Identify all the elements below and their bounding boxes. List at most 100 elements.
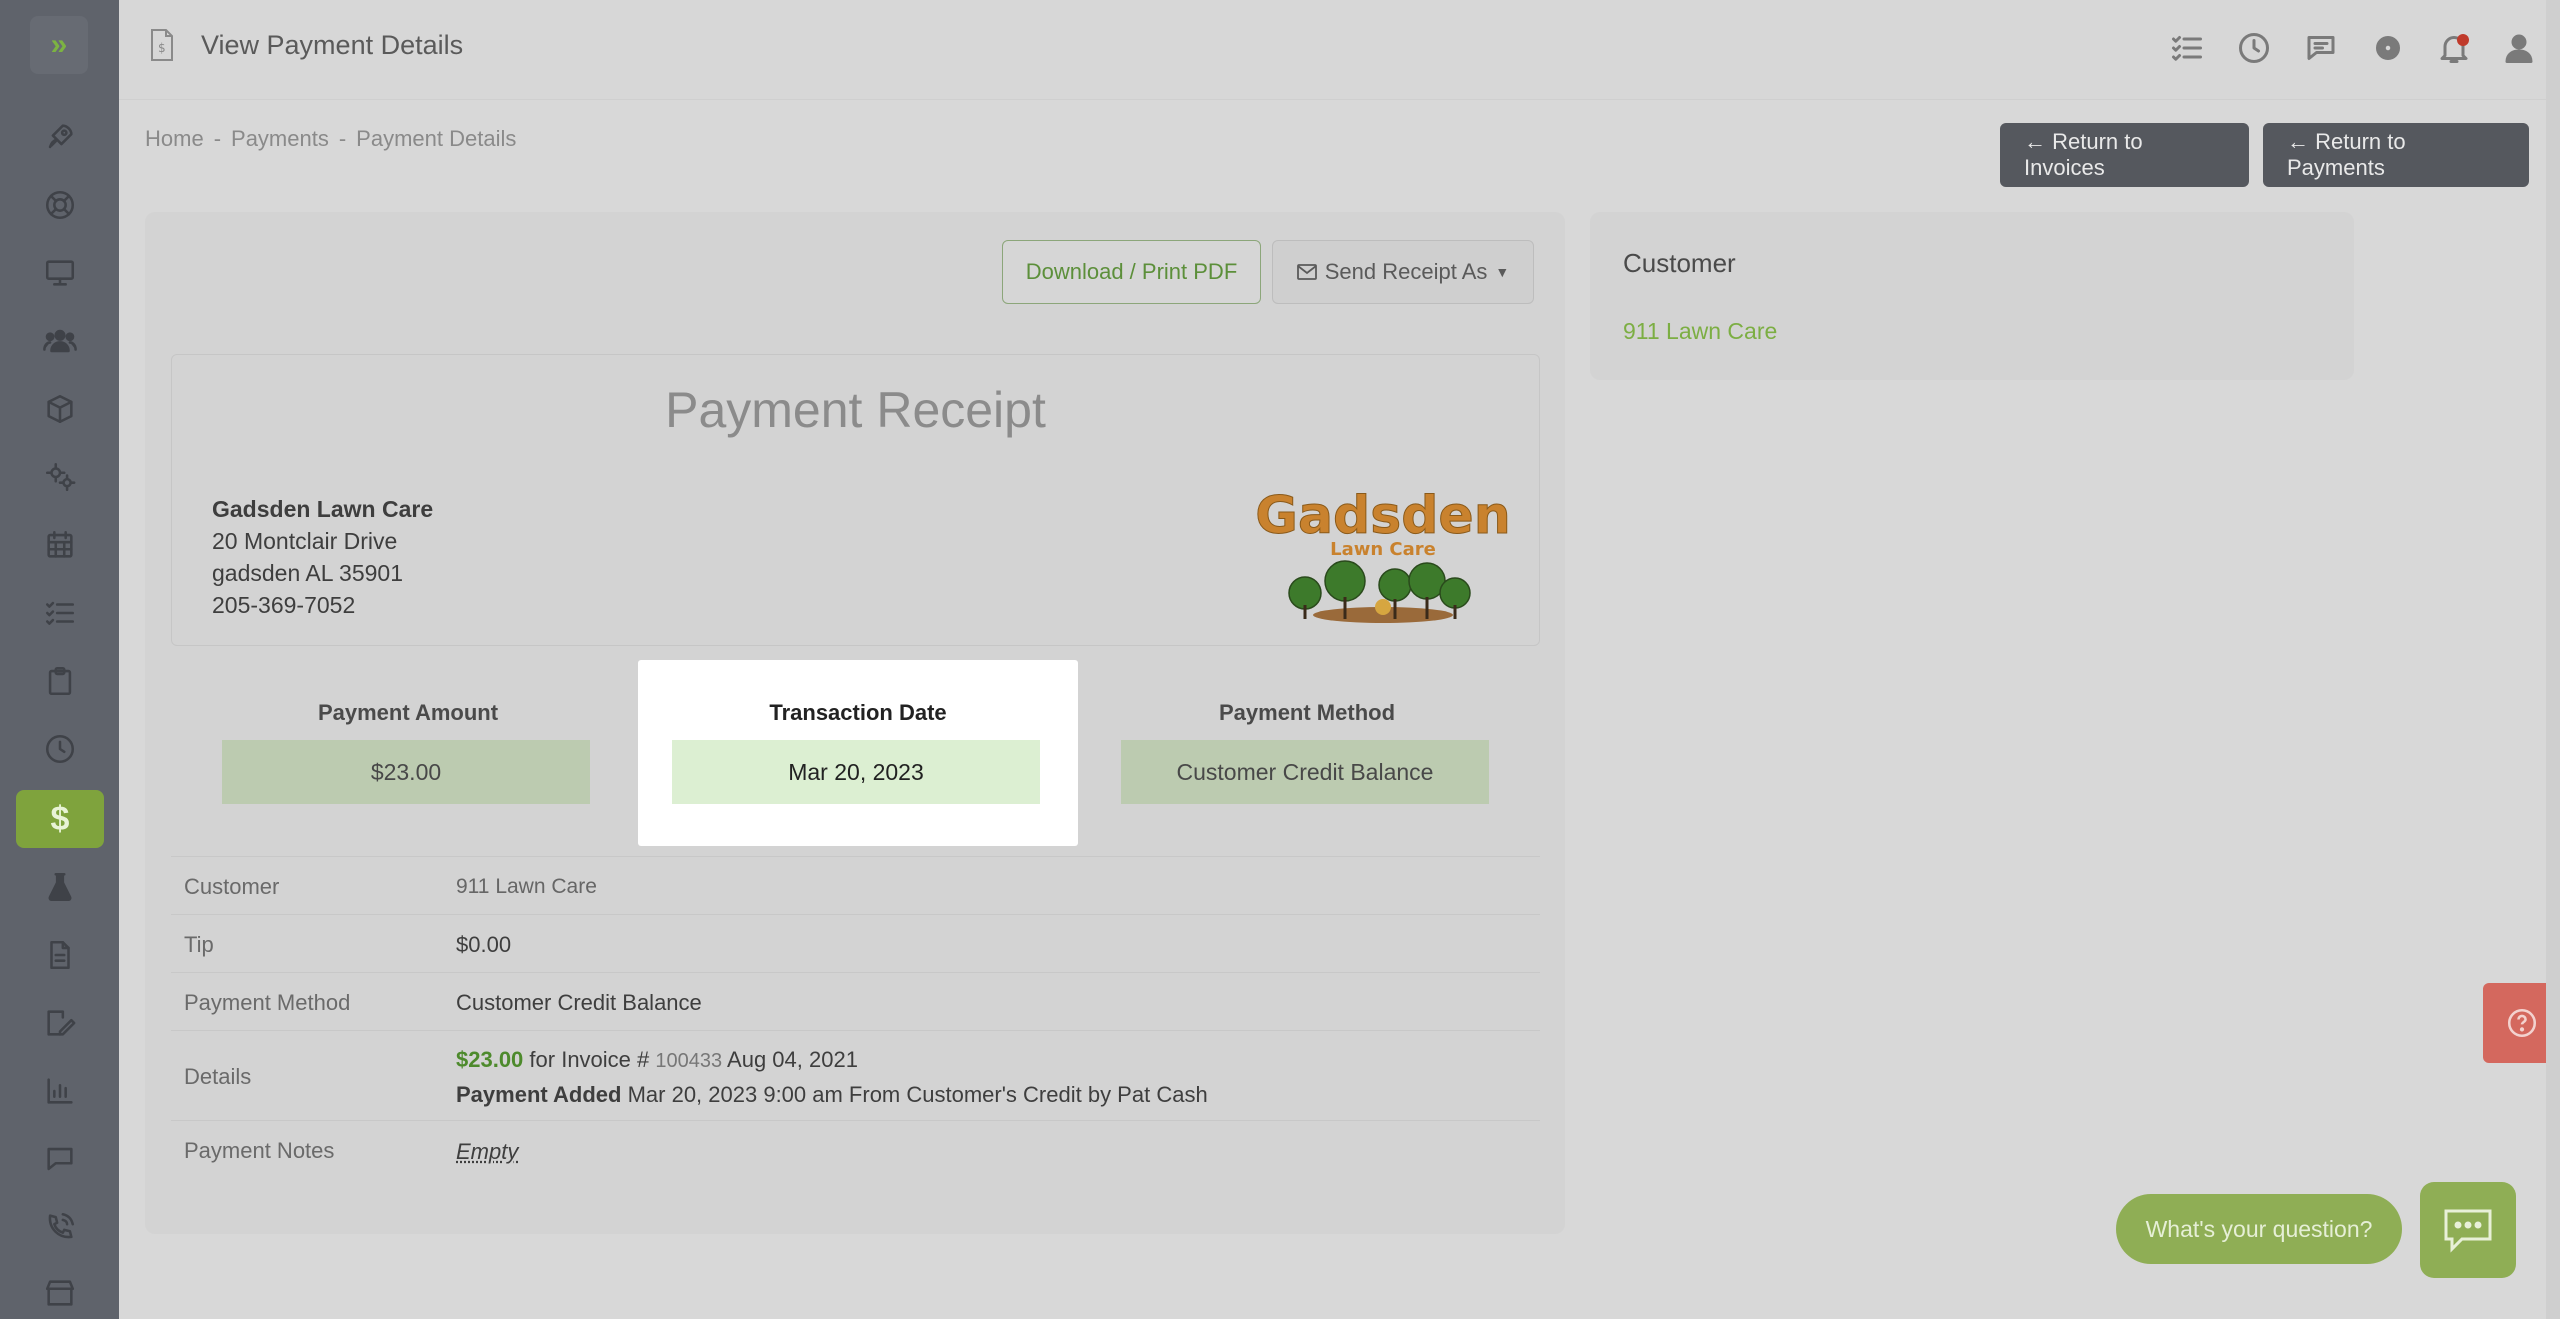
gears-icon: [45, 462, 76, 492]
details-table: Customer 911 Lawn Care Tip $0.00 Payment…: [171, 856, 1540, 1178]
send-receipt-label: Send Receipt As: [1324, 259, 1488, 284]
payment-document-icon: $: [151, 29, 173, 61]
svg-text:Lawn Care: Lawn Care: [1330, 539, 1436, 560]
user-icon: [2505, 34, 2533, 63]
sidebar: » $: [0, 0, 119, 1319]
sidebar-item-messages[interactable]: [16, 1130, 104, 1188]
gear-icon: [2376, 36, 2400, 60]
sidebar-item-rocket[interactable]: [16, 108, 104, 166]
chart-icon: [47, 1078, 73, 1104]
sidebar-item-monitor[interactable]: [16, 244, 104, 302]
table-row: Payment Notes Empty: [171, 1120, 1540, 1178]
invoice-number-link[interactable]: 100433: [655, 1050, 722, 1072]
sidebar-item-time[interactable]: [16, 720, 104, 778]
page-title: View Payment Details: [201, 30, 464, 60]
payment-method-value: Customer Credit Balance: [1121, 740, 1489, 804]
company-phone: 205-369-7052: [212, 592, 356, 618]
details-value: $23.00 for Invoice # 100433 Aug 04, 2021…: [456, 1043, 1208, 1111]
breadcrumb-current: Payment Details: [356, 126, 517, 151]
sidebar-item-store[interactable]: [16, 1264, 104, 1319]
transaction-date-summary: Transaction Date Mar 20, 2023: [638, 660, 1078, 846]
company-logo: Gadsden Lawn Care: [1255, 486, 1511, 623]
tip-label: Tip: [184, 932, 214, 957]
sidebar-item-payments[interactable]: $: [16, 790, 104, 848]
breadcrumb-payments[interactable]: Payments: [231, 126, 329, 152]
breadcrumb-home[interactable]: Home: [145, 126, 204, 152]
tip-value: $0.00: [456, 932, 512, 957]
clipboard-icon: [48, 666, 72, 696]
send-receipt-dropdown[interactable]: Send Receipt As ▼: [1272, 240, 1534, 304]
history-header-button[interactable]: [2236, 30, 2272, 66]
sidebar-item-clipboard[interactable]: [16, 652, 104, 710]
tasks-header-button[interactable]: [2169, 30, 2205, 66]
receipt-header-box: Payment Receipt Gadsden Lawn Care 20 Mon…: [171, 354, 1540, 646]
chat-icon: [2444, 1209, 2492, 1253]
invoice-date: Aug 04, 2021: [727, 1047, 858, 1072]
envelope-icon: [1296, 264, 1317, 280]
table-row: Customer 911 Lawn Care: [171, 856, 1540, 914]
notifications-header-button[interactable]: [2436, 30, 2472, 66]
sidebar-item-tasks[interactable]: [16, 584, 104, 642]
details-for-text: for Invoice #: [529, 1047, 650, 1072]
sidebar-item-settings[interactable]: [16, 448, 104, 506]
caret-down-icon: ▼: [1495, 264, 1510, 280]
payment-method-summary: Payment Method Customer Credit Balance: [1087, 660, 1527, 846]
svg-text:Gadsden: Gadsden: [1255, 486, 1510, 546]
payment-method-label: Payment Method: [1218, 700, 1396, 725]
breadcrumb: Home - Payments - Payment Details: [145, 126, 516, 152]
sidebar-item-documents[interactable]: [16, 926, 104, 984]
breadcrumb-separator: -: [213, 126, 222, 151]
checklist-icon: [2172, 36, 2202, 61]
breadcrumb-separator: -: [338, 126, 347, 151]
company-address: Gadsden Lawn Care 20 Montclair Drive gad…: [212, 493, 433, 621]
company-city: gadsden AL 35901: [212, 560, 403, 586]
payment-amount-summary: Payment Amount $23.00: [188, 660, 628, 846]
receipt-title: Payment Receipt: [665, 382, 1046, 438]
customer-value[interactable]: 911 Lawn Care: [456, 875, 597, 899]
transaction-date-value: Mar 20, 2023: [672, 740, 1040, 804]
messages-header-button[interactable]: [2303, 30, 2339, 66]
table-row: Payment Method Customer Credit Balance: [171, 972, 1540, 1030]
document-icon: [50, 940, 70, 970]
calendar-icon: [47, 530, 73, 558]
store-icon: [45, 1280, 75, 1306]
question-icon: [2507, 1008, 2536, 1038]
customer-card: Customer 911 Lawn Care: [1590, 212, 2354, 380]
chat-prompt-bubble[interactable]: What's your question?: [2116, 1194, 2402, 1264]
sidebar-item-calls[interactable]: [16, 1198, 104, 1256]
company-street: 20 Montclair Drive: [212, 528, 398, 554]
monitor-icon: [45, 260, 75, 286]
transaction-date-label: Transaction Date: [769, 700, 947, 725]
sidebar-item-support[interactable]: [16, 176, 104, 234]
sidebar-item-calendar[interactable]: [16, 516, 104, 574]
sidebar-item-reports[interactable]: [16, 1062, 104, 1120]
payment-method-row-value: Customer Credit Balance: [456, 990, 702, 1015]
return-to-payments-button[interactable]: ← Return to Payments: [2263, 123, 2529, 187]
sidebar-expand-button[interactable]: »: [30, 16, 88, 74]
chat-icon: [47, 1147, 73, 1171]
table-row: Details $23.00 for Invoice # 100433 Aug …: [171, 1030, 1540, 1120]
phone-icon: [48, 1212, 75, 1239]
settings-header-button[interactable]: [2370, 30, 2406, 66]
sidebar-item-signatures[interactable]: [16, 994, 104, 1052]
sidebar-item-products[interactable]: [16, 380, 104, 438]
payment-method-row-label: Payment Method: [184, 990, 351, 1015]
customer-link[interactable]: 911 Lawn Care: [1623, 318, 1777, 345]
sidebar-item-users[interactable]: [16, 312, 104, 370]
download-pdf-button[interactable]: Download / Print PDF: [1002, 240, 1261, 304]
svg-text:$: $: [158, 41, 166, 55]
flask-icon: [48, 872, 72, 902]
lifebuoy-icon: [45, 190, 75, 220]
user-menu-button[interactable]: [2501, 30, 2537, 66]
customer-card-heading: Customer: [1623, 248, 1736, 278]
dollar-icon: $: [50, 799, 70, 838]
notification-dot: [2457, 34, 2469, 46]
return-to-invoices-button[interactable]: ← Return to Invoices: [2000, 123, 2249, 187]
checklist-icon: [45, 601, 75, 625]
payment-notes-value[interactable]: Empty: [456, 1139, 518, 1165]
sidebar-item-lab[interactable]: [16, 858, 104, 916]
clock-icon: [2239, 33, 2269, 63]
clock-icon: [45, 734, 75, 764]
page-scrollbar[interactable]: [2546, 0, 2560, 1319]
chat-launcher-button[interactable]: [2420, 1182, 2516, 1278]
